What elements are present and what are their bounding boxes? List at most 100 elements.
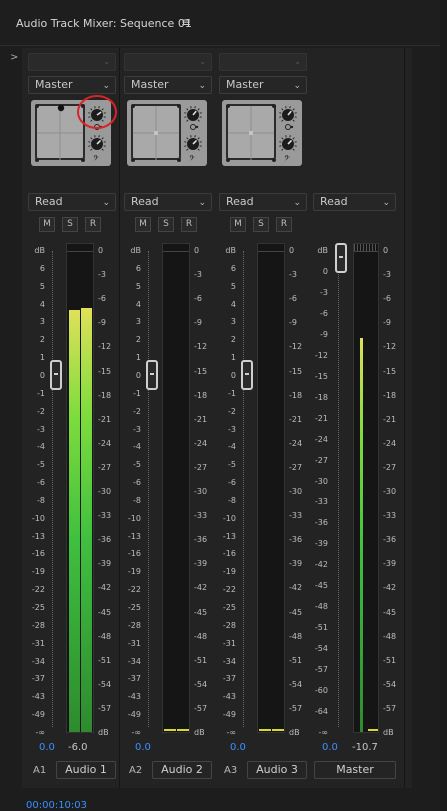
volume-fader[interactable] [241,360,253,390]
meter-floor-left [164,729,176,731]
automation-mode-select[interactable]: Read ⌄ [124,193,212,211]
meter-scale-left-tick: 2 [39,335,45,345]
meter-scale-left-tick: -13 [127,531,141,541]
meter-fill-left [69,309,80,732]
master-automation-select[interactable]: Read ⌄ [313,193,396,211]
meter-scale-left-tick: -34 [31,656,45,666]
meter-scale-right-tick: -36 [194,535,208,545]
effects-slot[interactable]: ⌄ [219,53,307,71]
meter-scale-left-tick: -22 [127,585,141,595]
track-name-field[interactable]: Audio 3 [247,761,307,779]
solo-button[interactable]: S [62,217,78,232]
meter-scale-left-tick: 4 [135,299,141,309]
mute-button[interactable]: M [39,217,55,232]
meter-scale-right-tick: -45 [194,607,208,617]
meter-scale-left-tick: -43 [127,692,141,702]
panner-control[interactable]: 𝄢 [127,100,207,166]
meter-scale-right-tick: -24 [194,438,208,448]
panel-titlebar: Audio Track Mixer: Sequence 01 ≡ [0,0,447,46]
meter-scale-left-tick: -31 [222,638,236,648]
effects-slot[interactable]: ⌄ [124,53,212,71]
mute-button[interactable]: M [135,217,151,232]
meter-scale-right-tick: -18 [289,390,303,400]
panel-title: Audio Track Mixer: Sequence 01 [16,17,192,30]
meter-scale-right-tick: -21 [383,414,397,424]
meter-scale-left-tick: -64 [314,707,328,717]
meter-scale-left-tick: -34 [127,656,141,666]
meter-scale-left-tick: -28 [127,620,141,630]
solo-button[interactable]: S [253,217,269,232]
master-volume-value[interactable]: 0.0 [322,742,338,753]
meter-scale-left-tick: 0 [135,370,141,380]
automation-mode-select[interactable]: Read ⌄ [219,193,307,211]
meter-scale-left-tick: -28 [31,620,45,630]
track-name-field[interactable]: Audio 2 [152,761,212,779]
chevron-right-icon[interactable]: > [10,52,18,63]
volume-value[interactable]: 0.0 [230,742,246,753]
level-meter [66,243,94,733]
track-name-field[interactable]: Audio 1 [56,761,116,779]
meter-scale-right-tick: -48 [194,631,208,641]
timecode-display[interactable]: 00:00:10:03 [26,800,87,811]
record-button[interactable]: R [276,217,292,232]
meter-scale-left-tick: -42 [314,560,328,570]
meter-scale-left-tick: 5 [230,281,236,291]
meter-scale-left-tick: -19 [31,567,45,577]
master-volume-fader[interactable] [335,243,347,273]
track-id: A1 [33,765,47,776]
svg-text:𝄢: 𝄢 [189,154,195,165]
meter-peak-indicator [163,244,189,252]
meter-scale-left-tick: -12 [314,350,328,360]
volume-fader[interactable] [146,360,158,390]
meter-scale-left-tick: 0 [39,370,45,380]
meter-scale-left-tick: -10 [31,513,45,523]
meter-scale-left-tick: -2 [133,406,141,416]
meter-scale-left-tick: -∞ [131,728,141,737]
hamburger-menu-icon[interactable]: ≡ [181,15,191,29]
meter-scale-left-tick: -13 [31,531,45,541]
meter-scale-left-tick: -8 [37,495,45,505]
fader-track [338,251,348,727]
meter-scale-left-tick: 3 [39,317,45,327]
meter-scale-left-tick: 5 [135,281,141,291]
meter-scale-right-tick: -51 [194,655,208,665]
record-button[interactable]: R [181,217,197,232]
meter-scale-right-tick: -39 [289,559,303,569]
meter-scale-left-tick: dB [225,246,236,255]
meter-scale-left-tick: -13 [222,531,236,541]
meter-scale-right-tick: -15 [289,366,303,376]
meter-scale-left-tick: 2 [230,335,236,345]
meter-scale-left-tick: -2 [37,406,45,416]
output-select[interactable]: Master ⌄ [124,76,212,94]
automation-mode-label: Read [35,195,63,208]
meter-scale-right-tick: 0 [383,246,389,255]
automation-mode-select[interactable]: Read ⌄ [28,193,116,211]
panner-control[interactable]: 𝄢 [222,100,302,166]
meter-fill-left [360,337,363,732]
meter-scale-right-tick: -39 [194,559,208,569]
meter-scale-left-tick: -10 [127,513,141,523]
meter-scale-left-tick: 5 [39,281,45,291]
effects-slot[interactable]: ⌄ [28,53,116,71]
volume-value[interactable]: 0.0 [135,742,151,753]
meter-scale-right-tick: -3 [194,270,202,280]
meter-scale-right-tick: -18 [194,390,208,400]
meter-scale-right-tick: -30 [194,487,208,496]
output-select[interactable]: Master ⌄ [219,76,307,94]
record-button[interactable]: R [85,217,101,232]
svg-text:𝄢: 𝄢 [93,154,99,165]
automation-mode-label: Read [226,195,254,208]
master-name-field[interactable]: Master [314,761,396,779]
volume-value[interactable]: 0.0 [39,742,55,753]
meter-scale-left-tick: -5 [133,460,141,470]
meter-scale-left-tick: -48 [314,602,328,612]
volume-fader[interactable] [50,360,62,390]
mute-button[interactable]: M [230,217,246,232]
meter-scale-left-tick: -∞ [35,728,45,737]
meter-scale-left-tick: -8 [133,495,141,505]
meter-scale-right-tick: -6 [98,294,106,304]
solo-button[interactable]: S [158,217,174,232]
meter-scale-left-tick: -1 [228,388,236,398]
meter-scale-left-tick: dB [130,246,141,255]
meter-scale-left-tick: dB [317,246,328,255]
